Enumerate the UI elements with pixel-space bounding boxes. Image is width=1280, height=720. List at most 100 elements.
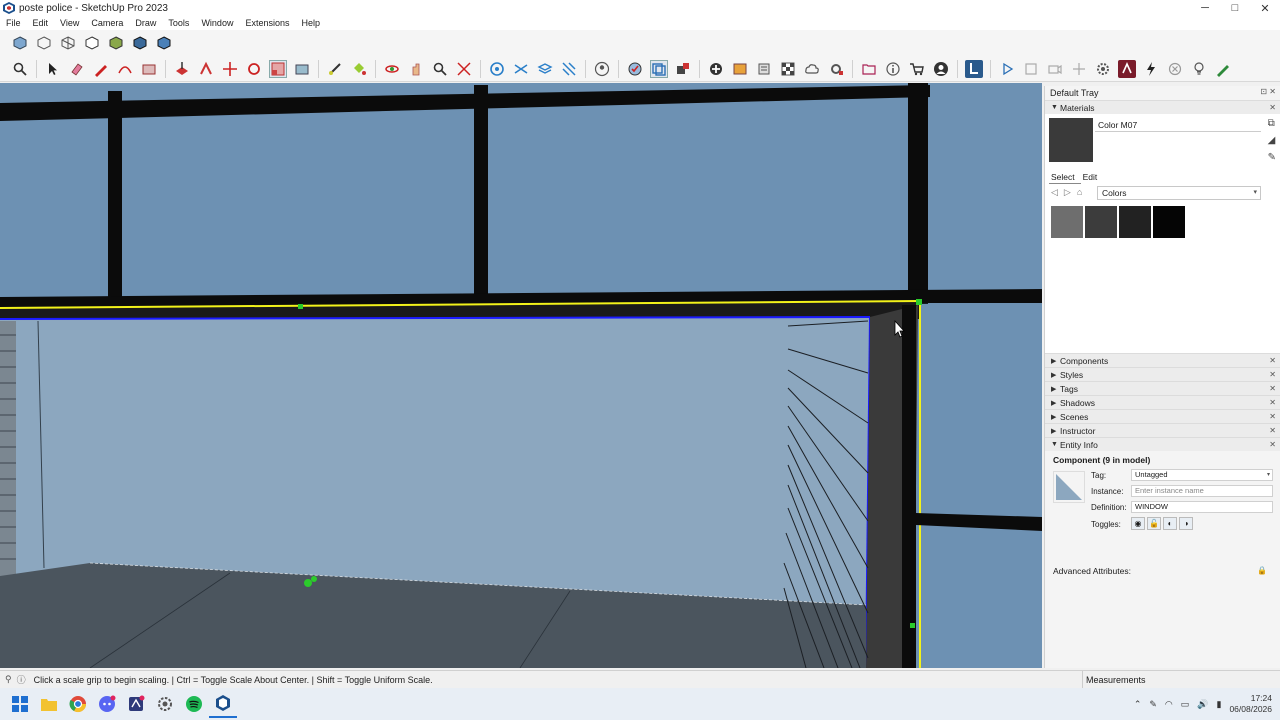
instance-name-input[interactable]: Enter instance name xyxy=(1131,485,1273,497)
panel-close-icon[interactable]: ✕ xyxy=(1269,426,1276,435)
instructor-panel-header[interactable]: ▶ Instructor ✕ xyxy=(1045,423,1280,437)
file-explorer-icon[interactable] xyxy=(35,690,63,718)
select-arrow-icon[interactable] xyxy=(44,60,62,78)
material-options-icon[interactable]: ◢ xyxy=(1268,135,1276,146)
scale-grip-bottom[interactable] xyxy=(304,579,312,587)
extension-manager-icon[interactable] xyxy=(827,60,845,78)
geo-location-icon[interactable]: ⚲ xyxy=(5,674,12,685)
panel-close-icon[interactable]: ✕ xyxy=(1269,412,1276,421)
lightning-icon[interactable] xyxy=(1142,60,1160,78)
menu-camera[interactable]: Camera xyxy=(85,18,129,28)
scale-grip-corner[interactable] xyxy=(916,299,922,305)
display-icon[interactable]: ▭ xyxy=(1181,699,1190,710)
create-material-icon[interactable]: ⧉ xyxy=(1268,118,1276,129)
tab-select[interactable]: Select xyxy=(1049,171,1081,184)
line-pencil-icon[interactable] xyxy=(92,60,110,78)
swatch-1[interactable] xyxy=(1051,206,1083,238)
tag-select[interactable]: Untagged ▾ xyxy=(1131,469,1273,481)
layers-icon[interactable] xyxy=(536,60,554,78)
scale-grip-right[interactable] xyxy=(910,623,915,628)
panel-close-icon[interactable]: ✕ xyxy=(1269,103,1276,112)
current-material-swatch[interactable] xyxy=(1049,118,1093,162)
section-cut-icon[interactable] xyxy=(560,60,578,78)
chrome-icon[interactable] xyxy=(64,690,92,718)
close-button[interactable]: ✕ xyxy=(1250,0,1280,16)
arc-icon[interactable] xyxy=(116,60,134,78)
sample-paint-icon[interactable]: ✎ xyxy=(1268,152,1276,163)
ruby-console-icon[interactable] xyxy=(1118,59,1136,78)
pen-tray-icon[interactable]: ✎ xyxy=(1149,699,1157,710)
app-store-icon[interactable] xyxy=(122,690,150,718)
tray-pin-close-icon[interactable]: ⊡ ✕ xyxy=(1260,87,1276,96)
shadows-panel-header[interactable]: ▶ Shadows ✕ xyxy=(1045,395,1280,409)
back-arrow-icon[interactable]: ◁ xyxy=(1051,187,1058,198)
shaded-icon[interactable] xyxy=(107,34,125,52)
home-icon[interactable]: ⌂ xyxy=(1077,187,1082,198)
panel-close-icon[interactable]: ✕ xyxy=(1269,370,1276,379)
lock-icon[interactable]: 🔓 xyxy=(1147,517,1161,530)
measurements-box[interactable]: Measurements xyxy=(1082,671,1280,689)
styles-panel-header[interactable]: ▶ Styles ✕ xyxy=(1045,367,1280,381)
menu-window[interactable]: Window xyxy=(195,18,239,28)
profile-icon[interactable] xyxy=(932,60,950,78)
entity-info-panel-header[interactable]: ▼ Entity Info ✕ xyxy=(1045,437,1280,451)
tags-panel-header[interactable]: ▶ Tags ✕ xyxy=(1045,381,1280,395)
menu-file[interactable]: File xyxy=(0,18,27,28)
pan-icon[interactable] xyxy=(407,60,425,78)
cast-shadows-icon[interactable]: ◑ xyxy=(1179,517,1193,530)
forward-arrow-icon[interactable]: ▷ xyxy=(1064,187,1071,198)
volume-icon[interactable]: 🔊 xyxy=(1197,699,1208,710)
outer-shell-icon[interactable] xyxy=(650,59,668,78)
chevron-up-icon[interactable]: ⌃ xyxy=(1134,699,1142,710)
rotate-icon[interactable] xyxy=(245,60,263,78)
photo-texture-icon[interactable] xyxy=(731,60,749,78)
menu-edit[interactable]: Edit xyxy=(27,18,55,28)
add-location-icon[interactable] xyxy=(707,60,725,78)
lightbulb-icon[interactable] xyxy=(1190,60,1208,78)
zoom-icon[interactable] xyxy=(431,60,449,78)
xray-icon[interactable] xyxy=(11,34,29,52)
receive-shadows-icon[interactable]: ◐ xyxy=(1163,517,1177,530)
swatch-4[interactable] xyxy=(1153,206,1185,238)
panel-close-icon[interactable]: ✕ xyxy=(1269,356,1276,365)
battery-icon[interactable]: ▮ xyxy=(1217,699,1222,710)
swatch-2[interactable] xyxy=(1085,206,1117,238)
follow-me-icon[interactable] xyxy=(197,60,215,78)
back-edges-icon[interactable] xyxy=(35,34,53,52)
swatch-3[interactable] xyxy=(1119,206,1151,238)
menu-help[interactable]: Help xyxy=(295,18,326,28)
account-icon[interactable] xyxy=(593,60,611,78)
lock-icon[interactable]: 🔒 xyxy=(1257,566,1267,575)
cloud-icon[interactable] xyxy=(803,60,821,78)
settings-icon[interactable] xyxy=(151,690,179,718)
display-section-icon[interactable] xyxy=(512,60,530,78)
checker-icon[interactable] xyxy=(779,60,797,78)
offset-icon[interactable] xyxy=(293,60,311,78)
eraser-icon[interactable] xyxy=(68,60,86,78)
discord-icon[interactable] xyxy=(93,690,121,718)
wireframe-icon[interactable] xyxy=(59,34,77,52)
materials-panel-header[interactable]: ▼ Materials ✕ xyxy=(1045,100,1280,114)
hidden-line-icon[interactable] xyxy=(83,34,101,52)
panel-close-icon[interactable]: ✕ xyxy=(1269,440,1276,449)
tab-edit[interactable]: Edit xyxy=(1081,171,1104,184)
profile-builder-icon[interactable] xyxy=(965,59,983,78)
panel-close-icon[interactable]: ✕ xyxy=(1269,398,1276,407)
scale-icon[interactable] xyxy=(269,59,287,78)
definition-input[interactable]: WINDOW xyxy=(1131,501,1273,513)
scenes-panel-header[interactable]: ▶ Scenes ✕ xyxy=(1045,409,1280,423)
stop-icon[interactable] xyxy=(1022,60,1040,78)
sketchup-taskbar-icon[interactable] xyxy=(209,690,237,718)
advanced-attributes[interactable]: Advanced Attributes: 🔒 xyxy=(1053,566,1273,576)
warehouse-icon[interactable] xyxy=(755,60,773,78)
cancel-circle-icon[interactable] xyxy=(1166,60,1184,78)
panel-close-icon[interactable]: ✕ xyxy=(1269,384,1276,393)
rectangle-icon[interactable] xyxy=(140,60,158,78)
windows-start-icon[interactable] xyxy=(6,690,34,718)
component-icon[interactable] xyxy=(674,60,692,78)
menu-view[interactable]: View xyxy=(54,18,85,28)
menu-extensions[interactable]: Extensions xyxy=(239,18,295,28)
spotify-icon[interactable] xyxy=(180,690,208,718)
section-plane-icon[interactable] xyxy=(488,60,506,78)
camera-record-icon[interactable] xyxy=(1046,60,1064,78)
